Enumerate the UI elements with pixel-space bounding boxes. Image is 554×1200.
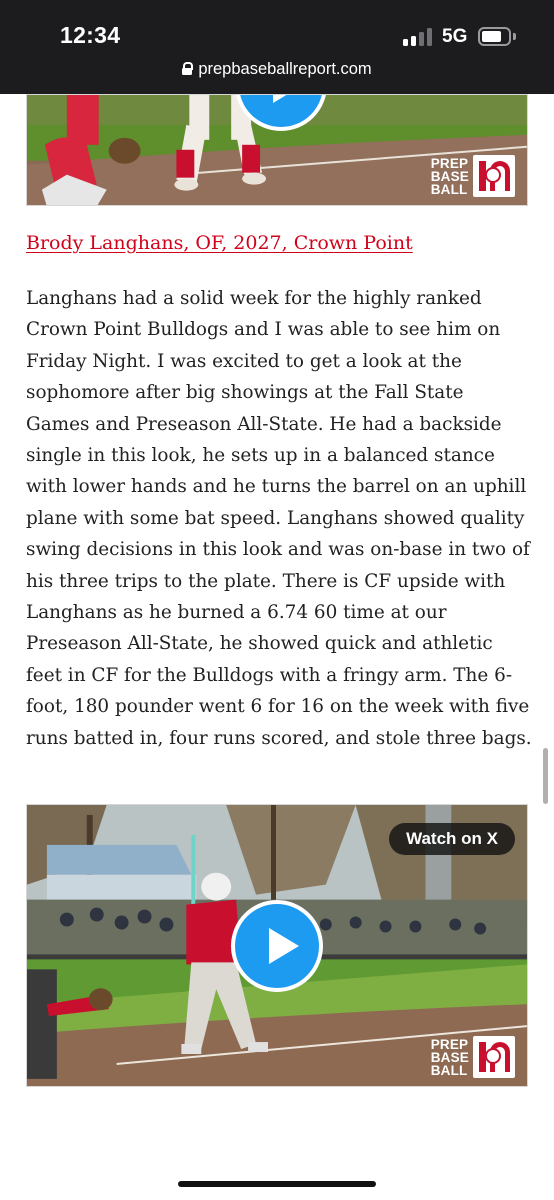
video-embed[interactable]: Watch on X PREP BASE BALL [26, 804, 528, 1087]
play-button[interactable] [231, 900, 323, 992]
video-embed-previous[interactable]: PREP BASE BALL [26, 94, 528, 206]
prep-baseball-logo: PREP BASE BALL [431, 155, 515, 197]
indiana-logo-icon [473, 155, 515, 197]
scrollbar[interactable] [543, 748, 548, 804]
battery-icon [478, 27, 511, 46]
address-bar[interactable]: prepbaseballreport.com [0, 60, 554, 79]
status-time: 12:34 [60, 22, 121, 48]
lock-icon [182, 62, 194, 75]
player-profile-link[interactable]: Brody Langhans, OF, 2027, Crown Point [26, 232, 413, 254]
cellular-signal-icon [403, 28, 437, 46]
article-paragraph: Langhans had a solid week for the highly… [26, 288, 532, 749]
browser-chrome: 12:34 5G prepbaseballreport.com [0, 0, 554, 94]
play-icon [269, 928, 299, 964]
prep-baseball-logo: PREP BASE BALL [431, 1036, 515, 1078]
url-text: prepbaseballreport.com [198, 60, 372, 78]
play-icon [273, 95, 303, 103]
network-type: 5G [442, 26, 468, 47]
home-indicator[interactable] [178, 1181, 376, 1187]
indiana-logo-icon [473, 1036, 515, 1078]
watch-on-x-button[interactable]: Watch on X [389, 823, 515, 855]
